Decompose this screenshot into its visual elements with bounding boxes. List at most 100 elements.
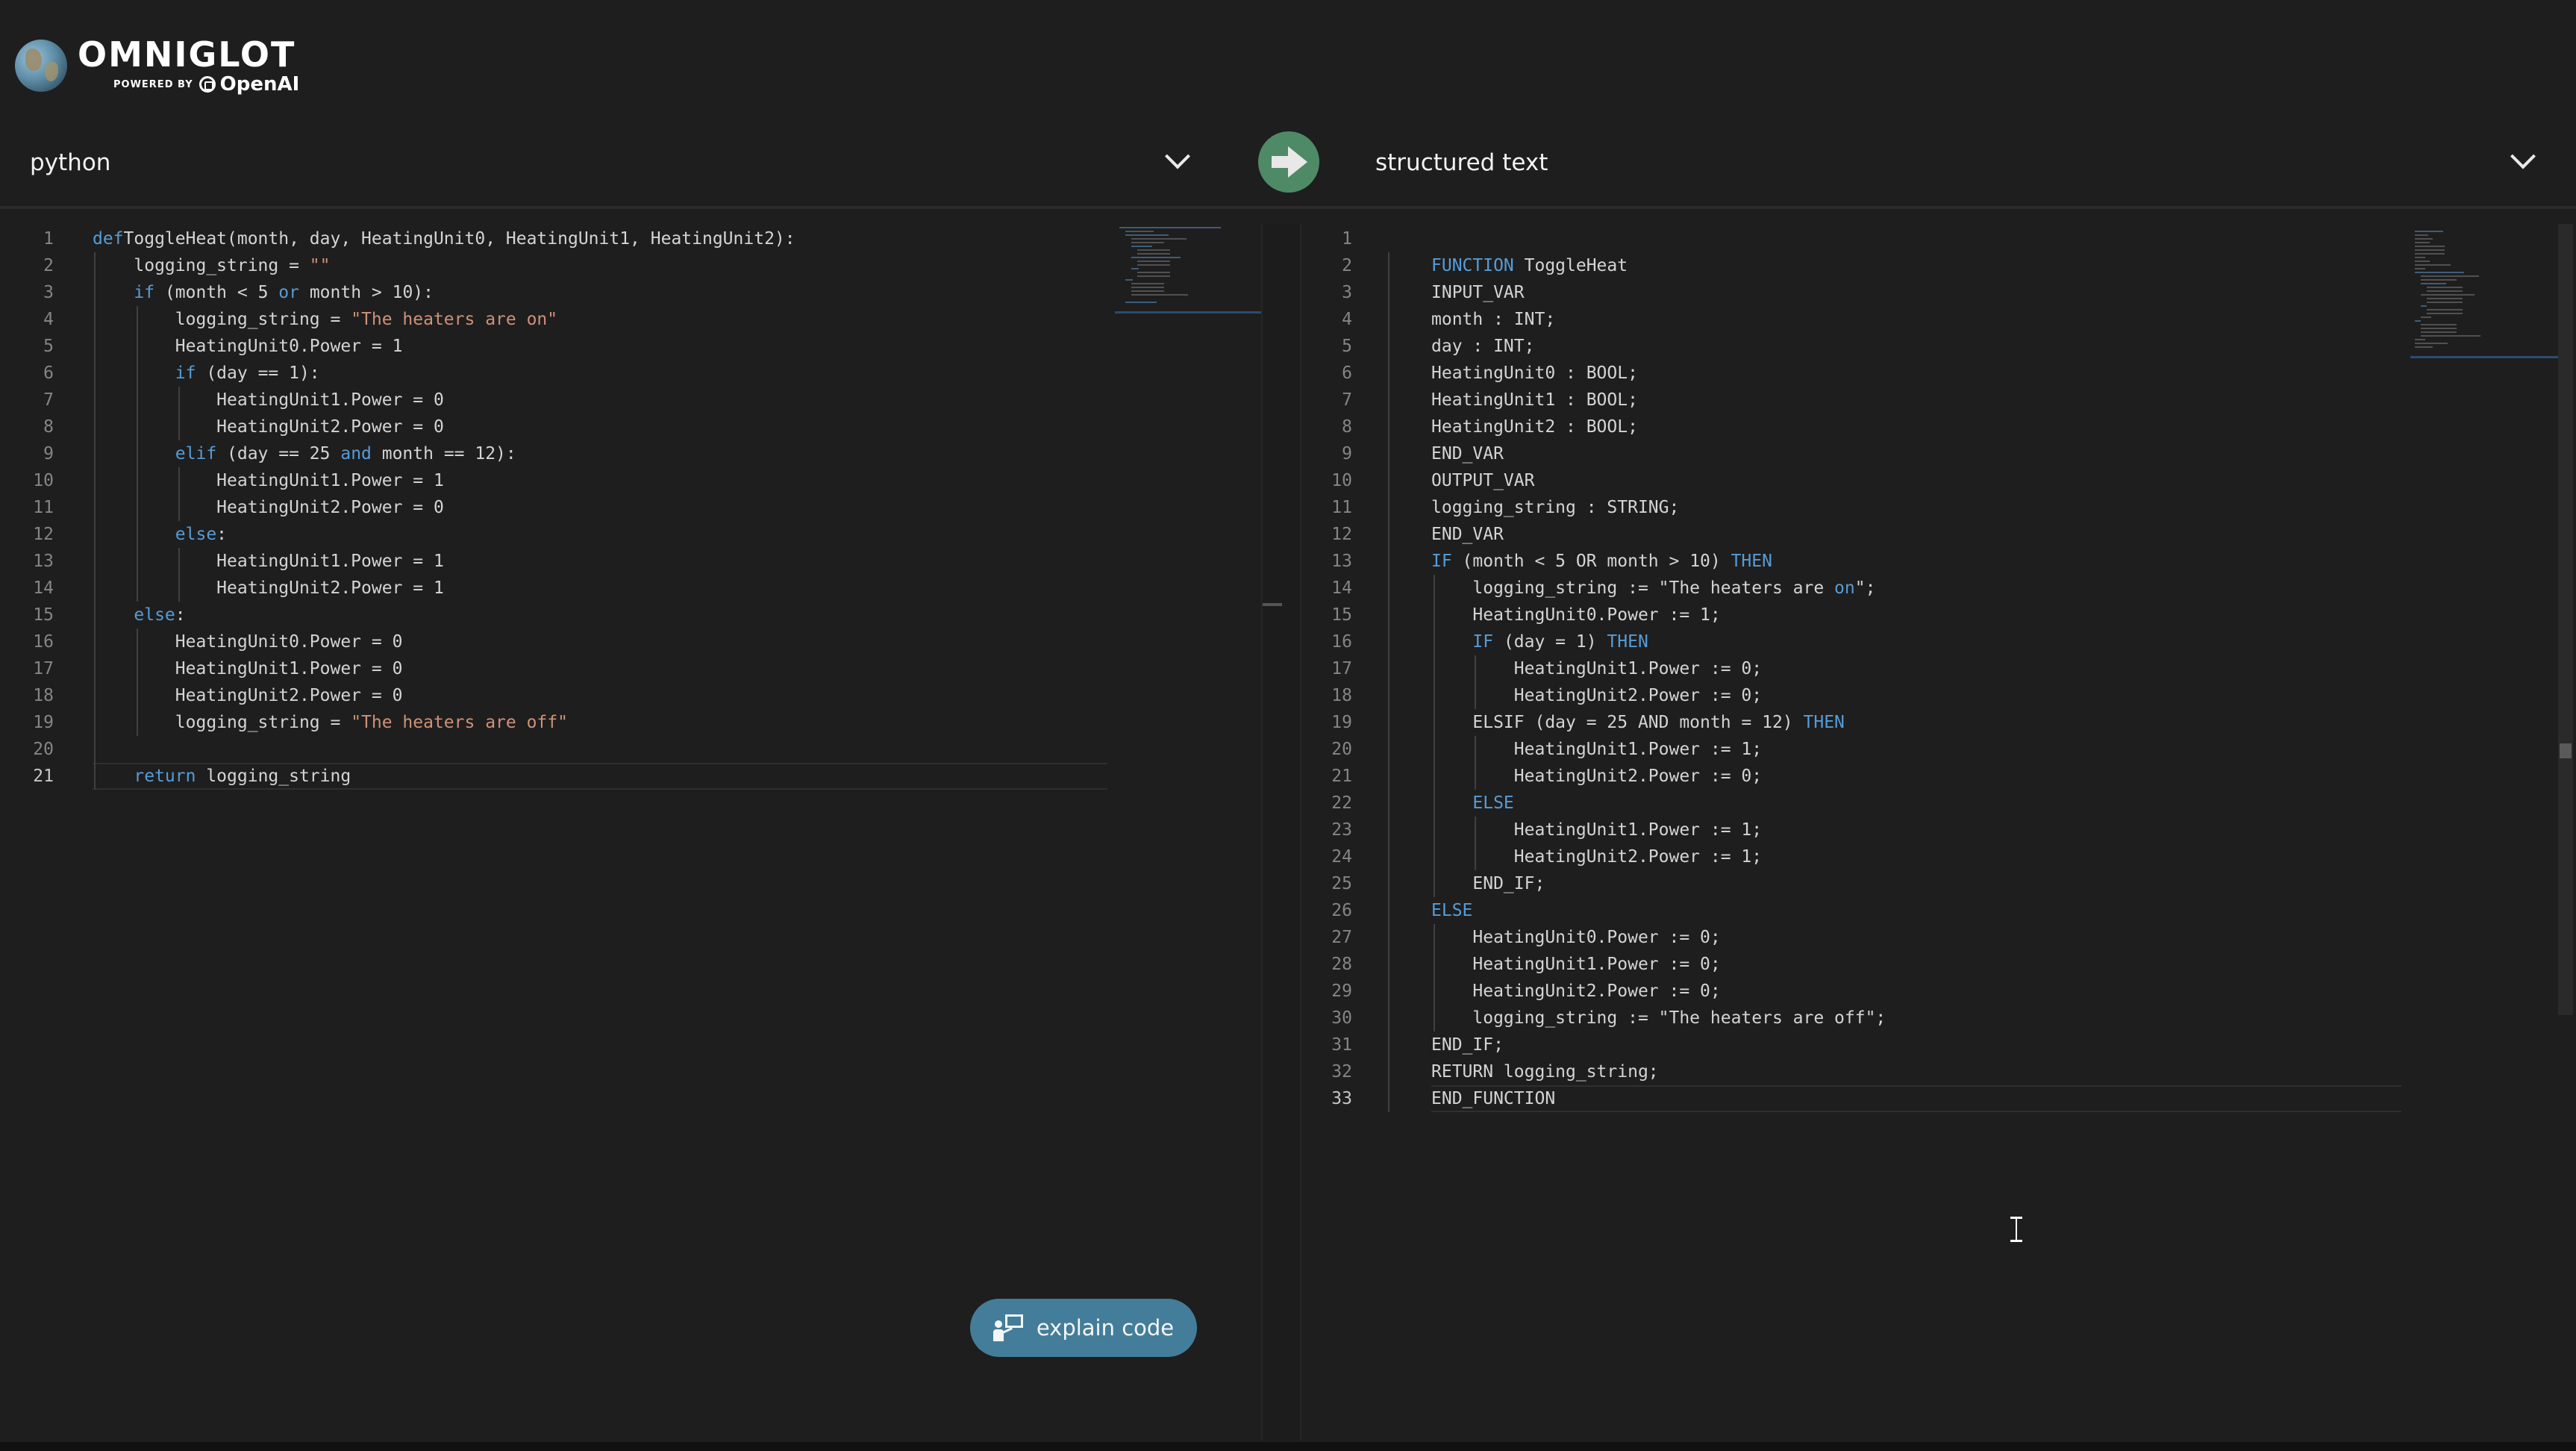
code-line[interactable]: 20 — [0, 736, 1104, 763]
code-line[interactable]: 14 HeatingUnit2.Power = 1 — [0, 575, 1104, 602]
line-number: 23 — [1331, 820, 1352, 840]
code-line[interactable]: 16 HeatingUnit0.Power = 0 — [0, 628, 1104, 655]
code-text: RETURN logging_string; — [1431, 1058, 1659, 1085]
code-line[interactable]: 12 else: — [0, 521, 1104, 548]
code-line[interactable]: 10 OUTPUT_VAR — [1298, 467, 2403, 494]
code-line[interactable]: 7 HeatingUnit1.Power = 0 — [0, 387, 1104, 414]
code-line[interactable]: 16 IF (day = 1) THEN — [1298, 628, 2403, 655]
code-token: day : INT; — [1431, 337, 1535, 356]
source-language-select[interactable]: python — [30, 142, 1190, 184]
code-line[interactable]: 17 HeatingUnit1.Power := 0; — [1298, 655, 2403, 682]
line-number: 17 — [33, 659, 54, 678]
code-line[interactable]: 3 if (month < 5 or month > 10): — [0, 279, 1104, 306]
code-line[interactable]: 24 HeatingUnit2.Power := 1; — [1298, 843, 2403, 870]
minimap-viewport[interactable] — [2410, 224, 2560, 358]
code-line[interactable]: 12 END_VAR — [1298, 521, 2403, 548]
code-line[interactable]: 5 day : INT; — [1298, 333, 2403, 360]
code-line[interactable]: 14 logging_string := "The heaters are on… — [1298, 575, 2403, 602]
code-text: HeatingUnit0 : BOOL; — [1431, 360, 1638, 387]
target-editor-scrollbar[interactable] — [2558, 224, 2573, 1015]
code-token: HeatingUnit1 : BOOL; — [1431, 390, 1638, 410]
code-line[interactable]: 1 defToggleHeat(month, day, HeatingUnit0,… — [0, 225, 1104, 252]
code-line[interactable]: 18 HeatingUnit2.Power := 0; — [1298, 682, 2403, 709]
code-line[interactable]: 7 HeatingUnit1 : BOOL; — [1298, 387, 2403, 414]
explain-code-button[interactable]: explain code — [970, 1299, 1197, 1357]
code-line[interactable]: 1 — [1298, 225, 2403, 252]
code-token: ELSE — [1431, 793, 1514, 813]
line-number: 19 — [1331, 713, 1352, 732]
code-line[interactable]: 6 if (day == 1): — [0, 360, 1104, 387]
line-number: 16 — [33, 632, 54, 652]
target-language-select[interactable]: structured text — [1375, 142, 2536, 184]
code-token: END_IF; — [1431, 1035, 1504, 1055]
line-number: 28 — [1331, 955, 1352, 974]
code-line[interactable]: 11 logging_string : STRING; — [1298, 494, 2403, 521]
code-line[interactable]: 6 HeatingUnit0 : BOOL; — [1298, 360, 2403, 387]
code-line[interactable]: 18 HeatingUnit2.Power = 0 — [0, 682, 1104, 709]
code-token: HeatingUnit2.Power = 0 — [93, 417, 444, 437]
code-line[interactable]: 27 HeatingUnit0.Power := 0; — [1298, 924, 2403, 951]
editor-splitter[interactable] — [1261, 224, 1301, 1441]
target-code-editor[interactable]: 1 2 FUNCTION ToggleHeat 3 INPUT_VAR 4 month : … — [1298, 224, 2560, 1441]
code-line[interactable]: 23 HeatingUnit1.Power := 1; — [1298, 817, 2403, 843]
powered-by: POWERED BY OpenAI — [78, 75, 299, 94]
minimap[interactable] — [1115, 224, 1264, 330]
code-line[interactable]: 9 END_VAR — [1298, 440, 2403, 467]
code-line[interactable]: 8 HeatingUnit2.Power = 0 — [0, 414, 1104, 440]
line-number: 1 — [43, 229, 54, 249]
code-line[interactable]: 19 logging_string = "The heaters are off… — [0, 709, 1104, 736]
minimap[interactable] — [2410, 224, 2560, 384]
code-line[interactable]: 9 elif (day == 25 and month == 12): — [0, 440, 1104, 467]
code-line[interactable]: 22 ELSE — [1298, 790, 2403, 817]
code-line[interactable]: 2 logging_string = "" — [0, 252, 1104, 279]
code-line[interactable]: 8 HeatingUnit2 : BOOL; — [1298, 414, 2403, 440]
source-code-editor[interactable]: 1 defToggleHeat(month, day, HeatingUnit0,… — [0, 224, 1264, 1441]
code-line[interactable]: 17 HeatingUnit1.Power = 0 — [0, 655, 1104, 682]
code-line[interactable]: 4 month : INT; — [1298, 306, 2403, 333]
splitter-handle[interactable] — [1263, 603, 1282, 606]
code-token: END_VAR — [1431, 444, 1504, 464]
code-text: day : INT; — [1431, 333, 1534, 360]
code-text: END_VAR — [1431, 440, 1504, 467]
code-line[interactable]: 11 HeatingUnit2.Power = 0 — [0, 494, 1104, 521]
code-token: (day = 1) — [1493, 632, 1607, 652]
code-line[interactable]: 20 HeatingUnit1.Power := 1; — [1298, 736, 2403, 763]
code-line[interactable]: 32 RETURN logging_string; — [1298, 1058, 2403, 1085]
code-token: HeatingUnit2.Power = 1 — [93, 578, 444, 598]
code-text: HeatingUnit1.Power = 0 — [93, 387, 444, 414]
code-token: IF — [1431, 632, 1494, 652]
code-text: HeatingUnit2 : BOOL; — [1431, 414, 1638, 440]
convert-button[interactable] — [1258, 131, 1319, 193]
code-line[interactable]: 31 END_IF; — [1298, 1032, 2403, 1058]
code-line[interactable]: 28 HeatingUnit1.Power := 0; — [1298, 951, 2403, 978]
line-number: 2 — [43, 256, 54, 275]
line-number: 1 — [1342, 229, 1352, 249]
code-token: HeatingUnit2.Power := 0; — [1431, 767, 1763, 786]
line-number: 15 — [33, 605, 54, 625]
code-text: HeatingUnit0.Power := 1; — [1431, 602, 1720, 628]
code-token: HeatingUnit2 : BOOL; — [1431, 417, 1638, 437]
line-number: 10 — [33, 471, 54, 490]
code-line[interactable]: 30 logging_string := "The heaters are of… — [1298, 1005, 2403, 1032]
code-token: ToggleHeat(month, day, HeatingUnit0, Hea… — [123, 229, 795, 249]
code-text: FUNCTION ToggleHeat — [1431, 252, 1628, 279]
code-line[interactable]: 3 INPUT_VAR — [1298, 279, 2403, 306]
code-token: (month < 5 OR month > 10) — [1451, 552, 1731, 571]
code-line[interactable]: 5 HeatingUnit0.Power = 1 — [0, 333, 1104, 360]
code-line[interactable]: 29 HeatingUnit2.Power := 0; — [1298, 978, 2403, 1005]
line-number: 29 — [1331, 982, 1352, 1001]
code-line[interactable]: 4 logging_string = "The heaters are on" — [0, 306, 1104, 333]
code-line[interactable]: 13 HeatingUnit1.Power = 1 — [0, 548, 1104, 575]
code-line[interactable]: 26 ELSE — [1298, 897, 2403, 924]
code-line[interactable]: 15 else: — [0, 602, 1104, 628]
code-line[interactable]: 25 END_IF; — [1298, 870, 2403, 897]
code-line[interactable]: 19 ELSIF (day = 25 AND month = 12) THEN — [1298, 709, 2403, 736]
code-line[interactable]: 21 HeatingUnit2.Power := 0; — [1298, 763, 2403, 790]
code-line[interactable]: 15 HeatingUnit0.Power := 1; — [1298, 602, 2403, 628]
code-token: : — [175, 605, 186, 625]
code-line[interactable]: 10 HeatingUnit1.Power = 1 — [0, 467, 1104, 494]
minimap-viewport[interactable] — [1115, 224, 1264, 313]
code-line[interactable]: 2 FUNCTION ToggleHeat — [1298, 252, 2403, 279]
header-divider — [0, 206, 2576, 209]
code-line[interactable]: 13 IF (month < 5 OR month > 10) THEN — [1298, 548, 2403, 575]
